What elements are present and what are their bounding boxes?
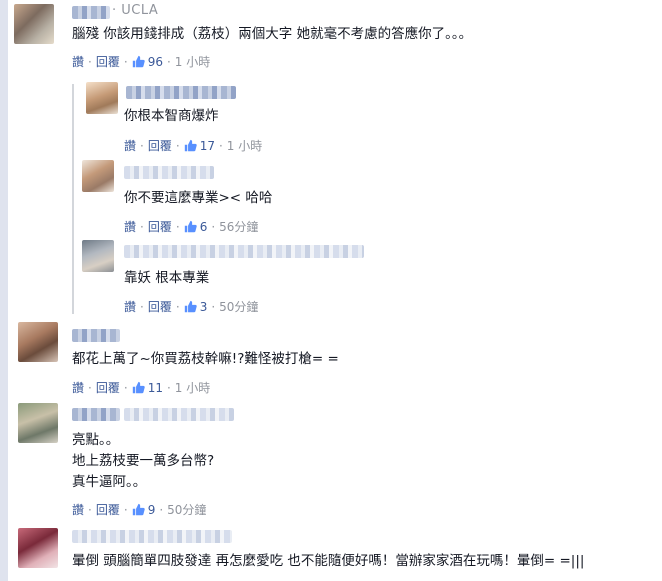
reply-link[interactable]: 回覆 [96,53,120,70]
commenter-name-redacted[interactable] [72,6,110,19]
commenter-name-redacted[interactable] [124,408,234,421]
timestamp[interactable]: 1 小時 [175,379,210,396]
page-edge [0,0,8,581]
thumbs-up-icon[interactable] [184,139,197,152]
comment-actions: 讚 · 回覆 · 11 · 1 小時 [72,379,211,396]
commenter-affiliation: · UCLA [112,3,159,18]
avatar[interactable] [18,322,58,362]
comment-text: 地上荔枝要一萬多台幣? [72,453,215,469]
commenter-name-redacted[interactable] [124,245,364,258]
like-link[interactable]: 讚 [72,53,84,70]
like-count[interactable]: 3 [200,300,208,314]
like-link[interactable]: 讚 [124,298,136,315]
timestamp[interactable]: 1 小時 [175,53,210,70]
like-link[interactable]: 讚 [72,501,84,518]
comment-actions: 讚 · 回覆 · 17 · 1 小時 [124,137,263,154]
comment-text: 腦殘 你該用錢排成（荔枝）兩個大字 她就毫不考慮的答應你了。。。 [72,26,473,42]
avatar[interactable] [86,82,118,114]
comment-actions: 讚 · 回覆 · 3 · 50分鐘 [124,298,259,315]
commenter-name-redacted[interactable] [126,86,236,99]
commenter-name-redacted[interactable] [72,329,120,342]
avatar[interactable] [82,160,114,192]
reply-thread-rail [72,84,74,314]
commenter-name-redacted[interactable] [72,530,232,543]
avatar[interactable] [82,240,114,272]
like-link[interactable]: 讚 [124,137,136,154]
comment-text: 你不要這麼專業>< 哈哈 [124,190,273,206]
thumbs-up-icon[interactable] [132,503,145,516]
reply-link[interactable]: 回覆 [96,379,120,396]
avatar[interactable] [14,4,54,44]
timestamp[interactable]: 56分鐘 [219,218,258,235]
reply-link[interactable]: 回覆 [96,501,120,518]
like-count[interactable]: 17 [200,139,215,153]
thumbs-up-icon[interactable] [132,381,145,394]
like-link[interactable]: 讚 [72,379,84,396]
reply-link[interactable]: 回覆 [148,298,172,315]
comment-actions: 讚 · 回覆 · 6 · 56分鐘 [124,218,259,235]
thumbs-up-icon[interactable] [184,220,197,233]
thumbs-up-icon[interactable] [184,300,197,313]
commenter-name-redacted[interactable] [72,408,120,421]
like-count[interactable]: 11 [148,381,163,395]
like-link[interactable]: 讚 [124,218,136,235]
like-count[interactable]: 9 [148,503,156,517]
comment-text: 你根本智商爆炸 [124,108,219,124]
avatar[interactable] [18,403,58,443]
avatar[interactable] [18,528,58,568]
comment-text: 亮點。。 [72,432,120,448]
commenter-name-redacted[interactable] [124,166,214,179]
timestamp[interactable]: 50分鐘 [219,298,258,315]
thumbs-up-icon[interactable] [132,55,145,68]
comment-text: 都花上萬了~你買荔枝幹嘛!?難怪被打槍= = [72,351,339,367]
comment-actions: 讚 · 回覆 · 96 · 1 小時 [72,53,211,70]
comment-actions: 讚 · 回覆 · 9 · 50分鐘 [72,501,207,518]
timestamp[interactable]: 1 小時 [227,137,262,154]
comment-text: 暈倒 頭腦簡單四肢發達 再怎麼愛吃 也不能隨便好嗎！當辦家家酒在玩嗎！暈倒= =… [72,553,585,569]
comment-text: 靠妖 根本專業 [124,270,210,286]
like-count[interactable]: 96 [148,55,163,69]
like-count[interactable]: 6 [200,220,208,234]
reply-link[interactable]: 回覆 [148,218,172,235]
reply-link[interactable]: 回覆 [148,137,172,154]
comment-text: 真牛逼阿。。 [72,474,147,490]
timestamp[interactable]: 50分鐘 [167,501,206,518]
